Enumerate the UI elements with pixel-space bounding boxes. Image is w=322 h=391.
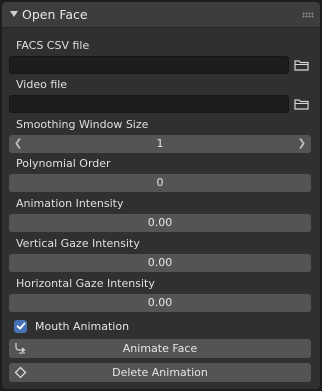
- animate-face-label: Animate Face: [122, 342, 198, 355]
- vertical-gaze-value: 0.00: [147, 256, 173, 269]
- animation-intensity-label: Animation Intensity: [16, 197, 124, 210]
- animation-intensity-slider[interactable]: 0.00: [9, 214, 311, 232]
- animate-face-button[interactable]: Animate Face: [9, 339, 311, 358]
- polynomial-order-value: 0: [156, 176, 164, 189]
- decrement-arrow-icon[interactable]: ❮: [14, 135, 22, 153]
- smoothing-window-field[interactable]: ❮ 1 ❯: [9, 135, 311, 153]
- polynomial-order-field[interactable]: 0: [9, 174, 311, 192]
- folder-icon: [293, 60, 309, 71]
- mouth-animation-checkbox[interactable]: [14, 319, 27, 333]
- smoothing-window-label: Smoothing Window Size: [16, 118, 149, 131]
- collapse-arrow-icon[interactable]: [10, 11, 18, 17]
- diamond-icon: [14, 366, 27, 379]
- curve-arrow-icon: [15, 343, 26, 354]
- vertical-gaze-slider[interactable]: 0.00: [9, 254, 311, 272]
- horizontal-gaze-slider[interactable]: 0.00: [9, 294, 311, 312]
- vertical-gaze-label: Vertical Gaze Intensity: [16, 237, 140, 250]
- checkmark-icon: [16, 322, 25, 330]
- smoothing-window-value: 1: [156, 137, 164, 150]
- facs-csv-input[interactable]: [9, 56, 289, 74]
- open-face-panel: Open Face FACS CSV file Video file Smoot…: [2, 2, 320, 389]
- delete-animation-label: Delete Animation: [112, 366, 208, 379]
- horizontal-gaze-value: 0.00: [147, 296, 173, 309]
- drag-grip-icon[interactable]: [302, 12, 314, 18]
- folder-icon: [293, 99, 309, 110]
- mouth-animation-label: Mouth Animation: [35, 319, 130, 333]
- facs-csv-browse-button[interactable]: [291, 56, 311, 74]
- facs-csv-label: FACS CSV file: [16, 39, 90, 52]
- delete-animation-button[interactable]: Delete Animation: [9, 363, 311, 382]
- panel-title: Open Face: [22, 7, 88, 22]
- panel-header[interactable]: Open Face: [2, 2, 320, 28]
- animation-intensity-value: 0.00: [147, 216, 173, 229]
- increment-arrow-icon[interactable]: ❯: [298, 135, 306, 153]
- video-file-input[interactable]: [9, 95, 289, 113]
- video-file-browse-button[interactable]: [291, 95, 311, 113]
- video-file-label: Video file: [16, 78, 68, 91]
- horizontal-gaze-label: Horizontal Gaze Intensity: [16, 277, 155, 290]
- mouth-animation-toggle[interactable]: Mouth Animation: [14, 318, 129, 334]
- polynomial-order-label: Polynomial Order: [16, 157, 111, 170]
